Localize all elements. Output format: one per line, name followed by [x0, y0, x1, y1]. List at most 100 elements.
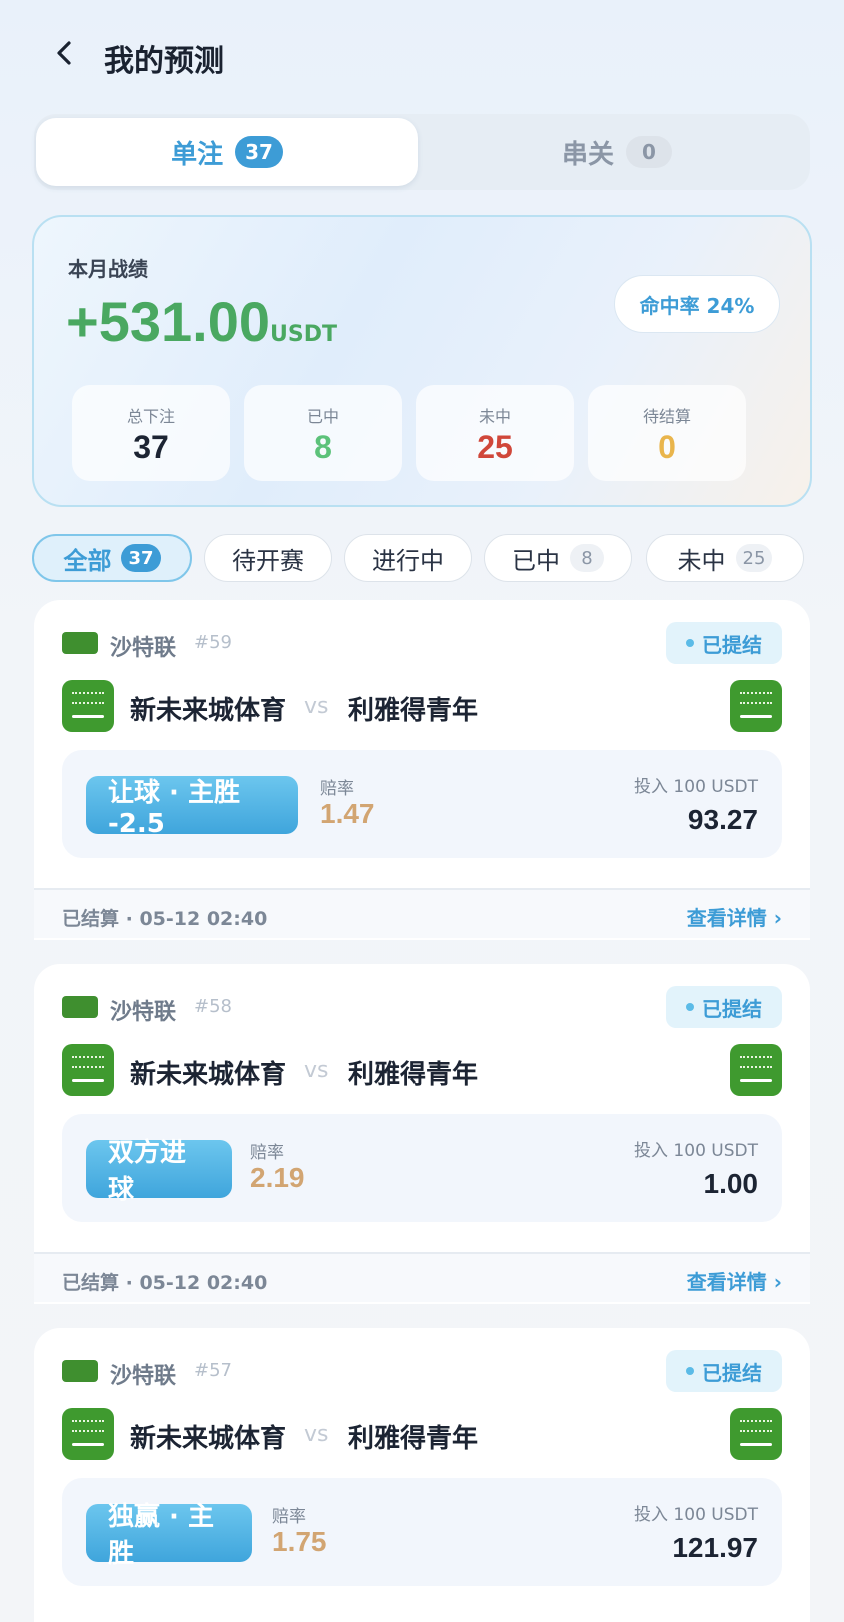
card-footer: 已结算 · 05-12 02:40 查看详情 ›: [34, 888, 810, 938]
match-number: #59: [194, 632, 232, 653]
away-team-flag-icon: [730, 1044, 782, 1096]
stat-won-label: 已中: [306, 407, 339, 426]
bet-type-segment: 单注 37 串关 0: [34, 114, 810, 190]
profit-unit: USDT: [270, 322, 337, 347]
league-name: 沙特联: [110, 636, 177, 661]
away-team: 利雅得青年: [348, 696, 479, 726]
stat-lost-value: 25: [477, 429, 513, 465]
status-badge: 已提结: [666, 622, 782, 664]
status-label: 已提结: [702, 632, 762, 657]
filter-upcoming[interactable]: 待开赛: [204, 534, 332, 582]
stat-pending: 待结算 0: [588, 385, 746, 481]
stat-total-label: 总下注: [126, 407, 175, 426]
filter-lost-count: 25: [735, 544, 773, 572]
odds-label: 赔率: [320, 779, 354, 799]
stat-total: 总下注 37: [72, 385, 230, 481]
odds-label: 赔率: [272, 1507, 306, 1527]
stats-label: 本月战绩: [68, 257, 148, 281]
stat-total-value: 37: [133, 429, 169, 465]
tab-single-label: 单注: [171, 139, 224, 170]
filter-upcoming-label: 待开赛: [232, 546, 304, 575]
home-team: 新未来城体育: [130, 1060, 287, 1090]
pick-panel: 独赢 · 主胜 赔率 1.75 投入 100 USDT 121.97: [62, 1478, 782, 1586]
away-team: 利雅得青年: [348, 1424, 479, 1454]
tab-parlay-label: 串关: [561, 139, 614, 170]
vs-label: vs: [304, 1058, 329, 1083]
status-label: 已提结: [702, 1360, 762, 1385]
pick-panel: 让球 · 主胜 -2.5 赔率 1.47 投入 100 USDT 93.27: [62, 750, 782, 858]
settled-time: 已结算 · 05-12 02:40: [62, 1272, 268, 1294]
stat-won-value: 8: [314, 429, 332, 465]
vs-label: vs: [304, 1422, 329, 1447]
pick-tag: 让球 · 主胜 -2.5: [86, 776, 298, 839]
away-team-flag-icon: [730, 1408, 782, 1460]
pick-tag: 独赢 · 主胜: [86, 1502, 252, 1569]
filter-won-count: 8: [570, 544, 604, 572]
prediction-card[interactable]: 沙特联 #58 已提结 新未来城体育 vs 利雅得青年 双方进球 赔率 2.19…: [34, 964, 810, 1304]
payout-value: 121.97: [672, 1532, 758, 1563]
status-dot-icon: [686, 639, 694, 647]
status-badge: 已提结: [666, 1350, 782, 1392]
filter-all-label: 全部: [63, 546, 112, 575]
stat-won: 已中 8: [244, 385, 402, 481]
filter-all[interactable]: 全部 37: [32, 534, 192, 582]
filter-won[interactable]: 已中 8: [484, 534, 632, 582]
league-name: 沙特联: [110, 1000, 177, 1025]
filter-live[interactable]: 进行中: [344, 534, 472, 582]
status-dot-icon: [686, 1003, 694, 1011]
prediction-card[interactable]: 沙特联 #57 已提结 新未来城体育 vs 利雅得青年 独赢 · 主胜 赔率 1…: [34, 1328, 810, 1622]
odds-value: 1.47: [320, 798, 375, 829]
saudi-flag-icon: [62, 632, 98, 654]
pick-tag: 双方进球: [86, 1138, 232, 1205]
filter-live-label: 进行中: [372, 546, 444, 575]
stat-lost-label: 未中: [478, 407, 511, 426]
tab-single[interactable]: 单注 37: [36, 118, 418, 186]
home-team: 新未来城体育: [130, 696, 287, 726]
saudi-flag-icon: [62, 996, 98, 1018]
status-filter-bar: 全部 37 待开赛 进行中 已中 8 未中 25: [32, 534, 844, 582]
stake-label: 投入 100 USDT: [634, 1505, 758, 1525]
tab-parlay-count: 0: [626, 136, 672, 168]
match-number: #57: [194, 1360, 232, 1381]
status-dot-icon: [686, 1367, 694, 1375]
home-team-flag-icon: [62, 680, 114, 732]
view-details-link[interactable]: 查看详情 ›: [687, 902, 782, 931]
filter-won-label: 已中: [512, 546, 560, 575]
tab-parlay[interactable]: 串关 0: [426, 118, 808, 186]
top-bar: 我的预测: [0, 0, 844, 110]
page-title: 我的预测: [104, 44, 224, 79]
home-team-flag-icon: [62, 1044, 114, 1096]
hit-rate-badge: 命中率 24%: [614, 275, 780, 333]
settled-time: 已结算 · 05-12 02:40: [62, 908, 268, 930]
payout-value: 93.27: [687, 804, 758, 835]
home-team-flag-icon: [62, 1408, 114, 1460]
filter-lost[interactable]: 未中 25: [646, 534, 804, 582]
stat-lost: 未中 25: [416, 385, 574, 481]
payout-value: 1.00: [703, 1168, 759, 1199]
prediction-card[interactable]: 沙特联 #59 已提结 新未来城体育 vs 利雅得青年 让球 · 主胜 -2.5…: [34, 600, 810, 940]
tab-single-count: 37: [235, 136, 283, 168]
view-details-link[interactable]: 查看详情 ›: [687, 1266, 782, 1295]
monthly-stats-card: 本月战绩 +531.00 USDT 命中率 24% 总下注 37 已中 8 未中…: [32, 215, 812, 507]
stake-label: 投入 100 USDT: [634, 1141, 758, 1161]
stat-pending-value: 0: [658, 429, 676, 465]
status-badge: 已提结: [666, 986, 782, 1028]
status-label: 已提结: [702, 996, 762, 1021]
home-team: 新未来城体育: [130, 1424, 287, 1454]
away-team-flag-icon: [730, 680, 782, 732]
filter-all-count: 37: [121, 544, 161, 572]
pick-panel: 双方进球 赔率 2.19 投入 100 USDT 1.00: [62, 1114, 782, 1222]
away-team: 利雅得青年: [348, 1060, 479, 1090]
odds-value: 2.19: [250, 1162, 305, 1193]
filter-lost-label: 未中: [677, 546, 726, 575]
stat-pending-label: 待结算: [642, 407, 691, 426]
league-name: 沙特联: [110, 1364, 177, 1389]
odds-value: 1.75: [272, 1526, 327, 1557]
back-chevron-icon[interactable]: [50, 38, 80, 68]
stake-label: 投入 100 USDT: [634, 777, 758, 797]
card-footer: 已结算 · 05-12 02:40 查看详情 ›: [34, 1252, 810, 1302]
odds-label: 赔率: [250, 1143, 284, 1163]
profit-amount: +531.00: [66, 290, 270, 353]
vs-label: vs: [304, 694, 329, 719]
match-number: #58: [194, 996, 232, 1017]
